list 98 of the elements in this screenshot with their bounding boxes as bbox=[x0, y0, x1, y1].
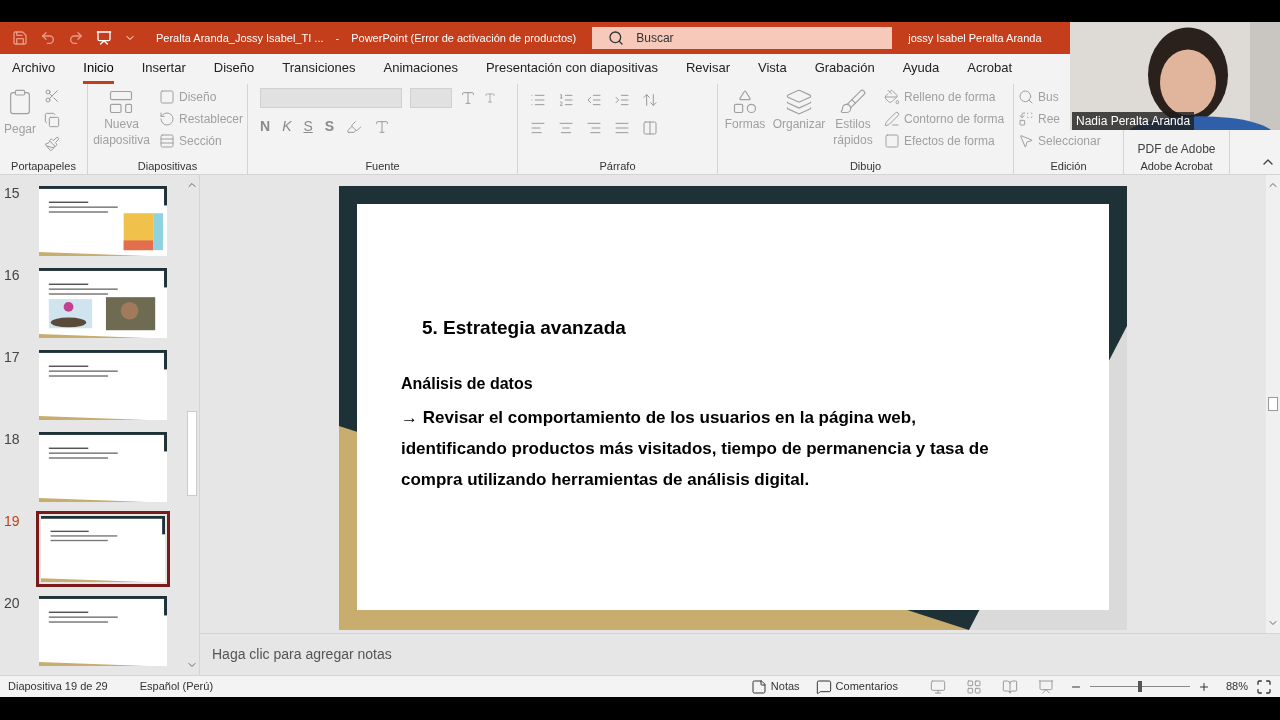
shrink-font-icon[interactable] bbox=[484, 92, 496, 104]
language-label[interactable]: Español (Perú) bbox=[139, 678, 214, 695]
text-style-button[interactable]: S bbox=[324, 116, 335, 137]
reset-icon bbox=[158, 111, 175, 127]
indent-increase-icon[interactable] bbox=[614, 92, 630, 108]
indent-decrease-icon[interactable] bbox=[586, 92, 602, 108]
slideshow-icon[interactable] bbox=[1037, 678, 1054, 695]
slide-number: 20 bbox=[4, 594, 21, 613]
bullet-list-icon[interactable] bbox=[530, 92, 546, 108]
zoom-thumb[interactable] bbox=[1137, 681, 1142, 692]
align-center-icon[interactable] bbox=[558, 120, 574, 136]
slide-number: 18 bbox=[4, 430, 21, 449]
group-label: Párrafo bbox=[598, 159, 637, 174]
search-icon bbox=[1018, 89, 1034, 105]
slide-number: 19 bbox=[4, 512, 21, 531]
line-spacing-icon[interactable] bbox=[642, 92, 658, 108]
normal-view-icon[interactable] bbox=[929, 678, 946, 695]
group-label: Adobe Acrobat bbox=[1139, 159, 1214, 174]
scrollbar[interactable] bbox=[1266, 175, 1280, 633]
ribbon-tab[interactable]: Vista bbox=[758, 57, 787, 84]
zoom-in-icon[interactable] bbox=[1197, 680, 1210, 693]
pdf-button[interactable]: PDF de Adobe bbox=[1137, 140, 1216, 158]
slide-number: 17 bbox=[4, 348, 21, 367]
columns-icon[interactable] bbox=[642, 120, 658, 136]
ribbon-tab[interactable]: Acrobat bbox=[967, 57, 1013, 84]
search-field[interactable]: Buscar bbox=[592, 27, 893, 49]
app-title: PowerPoint (Error de activación de productos) bbox=[351, 30, 577, 46]
ribbon-tab[interactable]: Archivo bbox=[12, 57, 56, 84]
slide-thumbnail[interactable] bbox=[36, 265, 170, 341]
layout-icon bbox=[158, 89, 175, 105]
notes-button[interactable]: Notas bbox=[750, 678, 800, 695]
ribbon-tab[interactable]: Presentación con diapositivas bbox=[485, 57, 658, 84]
pen-icon bbox=[884, 111, 900, 127]
paint-bucket-icon bbox=[884, 89, 900, 105]
comments-button[interactable]: Comentarios bbox=[815, 678, 898, 695]
copy-icon[interactable] bbox=[44, 112, 61, 128]
section-icon bbox=[158, 133, 175, 149]
notes-icon bbox=[750, 678, 767, 695]
slide-heading: Análisis de datos bbox=[401, 373, 534, 394]
scroll-thumb[interactable] bbox=[187, 411, 197, 496]
presentation-icon[interactable] bbox=[96, 30, 112, 46]
group-label: Diapositivas bbox=[136, 159, 199, 174]
text-style-button[interactable]: S bbox=[303, 116, 313, 137]
align-left-icon[interactable] bbox=[530, 120, 546, 136]
redo-icon[interactable] bbox=[68, 30, 84, 46]
slide-sorter-icon[interactable] bbox=[965, 678, 982, 695]
font-color-icon[interactable] bbox=[374, 118, 391, 135]
save-icon[interactable] bbox=[12, 30, 28, 46]
slide-number: 15 bbox=[4, 184, 21, 203]
group-label: Dibujo bbox=[848, 159, 883, 174]
slide-body: → Revisar el comportamiento de los usuarios en la página web, identificando productos más visitados, tiempo de permanencia y tasa de compra utilizando herramientas de análisis digital. bbox=[401, 406, 990, 491]
comment-icon bbox=[815, 678, 832, 695]
slide-thumbnail[interactable] bbox=[36, 347, 170, 423]
scroll-thumb[interactable] bbox=[1268, 397, 1278, 411]
font-size-field[interactable] bbox=[410, 88, 452, 108]
justify-icon[interactable] bbox=[614, 120, 630, 136]
font-field[interactable] bbox=[260, 88, 402, 108]
text-style-button[interactable]: K bbox=[282, 116, 292, 137]
reading-view-icon[interactable] bbox=[1001, 678, 1018, 695]
replace-icon bbox=[1018, 111, 1034, 127]
ribbon-tab[interactable]: Transiciones bbox=[282, 57, 356, 84]
ribbon-tab[interactable]: Revisar bbox=[685, 57, 730, 84]
search-icon bbox=[608, 30, 625, 46]
title-separator: - bbox=[335, 30, 340, 46]
slide-thumbnail[interactable] bbox=[36, 183, 170, 259]
arrange-icon[interactable] bbox=[785, 88, 813, 116]
slide-title: 5. Estrategia avanzada bbox=[421, 316, 627, 340]
slide-thumbnail[interactable] bbox=[36, 593, 170, 669]
slide-thumbnail[interactable] bbox=[36, 429, 170, 505]
slide-thumbnail[interactable] bbox=[36, 511, 170, 587]
zoom-slider[interactable] bbox=[1089, 681, 1190, 692]
ribbon-tab[interactable]: Ayuda bbox=[902, 57, 940, 84]
group-label: Fuente bbox=[364, 159, 401, 174]
fit-slide-icon[interactable] bbox=[1256, 678, 1272, 695]
undo-icon[interactable] bbox=[40, 30, 56, 46]
cursor-icon bbox=[1018, 133, 1034, 149]
group-label: Portapapeles bbox=[10, 159, 77, 174]
slide-counter: Diapositiva 19 de 29 bbox=[8, 679, 108, 695]
square-icon bbox=[884, 133, 900, 149]
highlighter-icon[interactable] bbox=[346, 118, 363, 135]
ribbon-tab[interactable]: Diseño bbox=[213, 57, 255, 84]
quick-styles-icon[interactable] bbox=[839, 88, 867, 116]
align-right-icon[interactable] bbox=[586, 120, 602, 136]
numbered-list-icon[interactable] bbox=[558, 92, 574, 108]
slide-number: 16 bbox=[4, 266, 21, 285]
shapes-icon[interactable] bbox=[731, 88, 759, 116]
cut-icon[interactable] bbox=[44, 88, 61, 104]
ribbon-tab[interactable]: Grabación bbox=[814, 57, 875, 84]
user-name: jossy Isabel Peralta Aranda bbox=[908, 30, 1042, 46]
zoom-value[interactable]: 88% bbox=[1225, 678, 1248, 695]
participant-name: Nadia Peralta Aranda bbox=[1072, 112, 1195, 130]
format-painter-icon[interactable] bbox=[44, 136, 61, 152]
document-title: Peralta Aranda_Jossy Isabel_TI ... bbox=[156, 30, 324, 46]
grow-font-icon[interactable] bbox=[460, 90, 476, 106]
ribbon-tab[interactable]: Animaciones bbox=[383, 57, 458, 84]
ribbon-tab[interactable]: Insertar bbox=[141, 57, 186, 84]
notes-field[interactable]: Haga clic para agregar notas bbox=[212, 644, 392, 665]
group-label: Edición bbox=[1049, 159, 1088, 174]
